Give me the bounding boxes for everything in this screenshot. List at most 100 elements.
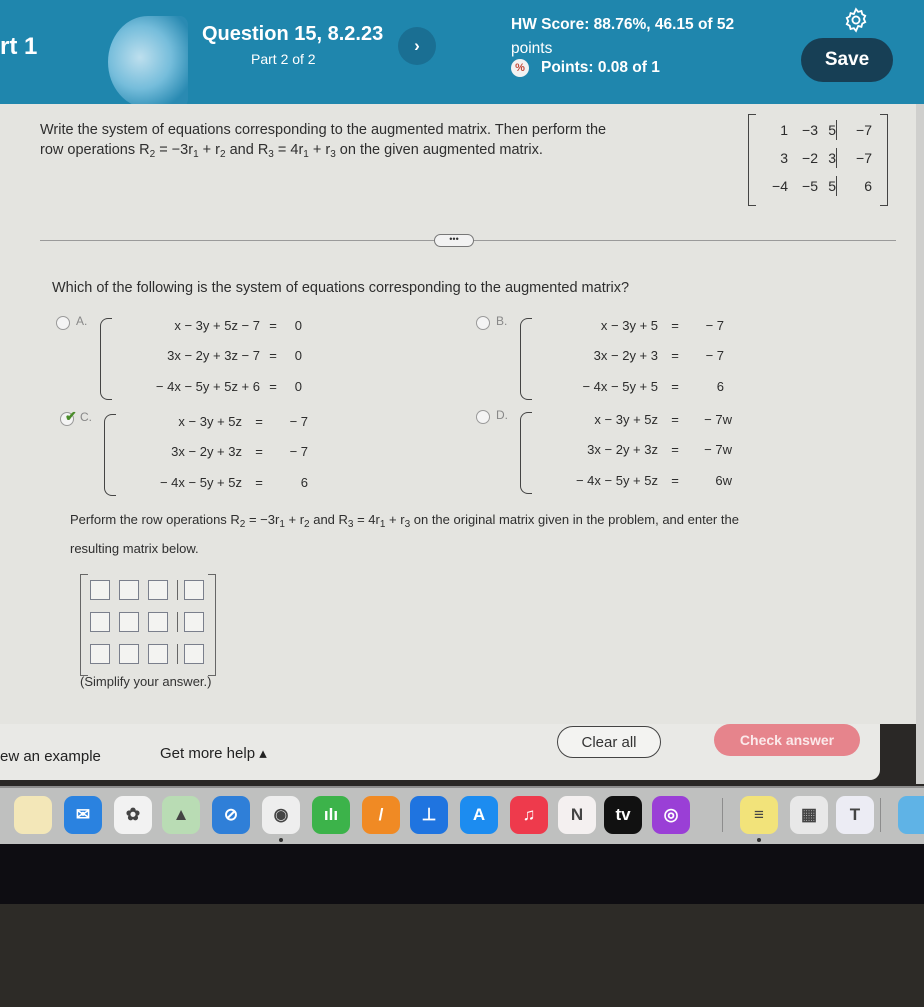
answer-input-r3c1[interactable] [90,644,110,664]
calculator-icon[interactable]: ▦ [790,796,828,834]
next-question-button[interactable]: › [398,27,436,65]
radio-button[interactable]: ✔ [60,408,77,426]
answer-input-r2c1[interactable] [90,612,110,632]
answer-input-r3-aug[interactable] [184,644,204,664]
news-icon[interactable]: N [558,796,596,834]
answer-input-r2c2[interactable] [119,612,139,632]
question-text: Which of the following is the system of … [52,280,630,296]
bracket-right [880,114,888,206]
answer-input-r3c2[interactable] [119,644,139,664]
equals-sign: = [255,474,263,490]
course-logo-icon [108,16,188,108]
radio-button[interactable] [476,410,490,424]
maps-icon[interactable]: ▲ [162,796,200,834]
save-button[interactable]: Save [801,38,893,82]
given-augmented-matrix: 1 −3 5 −7 3 −2 3 −7 −4 −5 5 6 [748,114,888,206]
view-example-link[interactable]: ew an example [0,748,101,765]
radio-button[interactable] [56,316,70,330]
teams-icon[interactable]: T [836,796,874,834]
gear-icon[interactable] [843,7,869,33]
answer-input-r1c3[interactable] [148,580,168,600]
equation-lhs: x − 3y + 5z [594,412,658,427]
folder-icon[interactable] [898,796,924,834]
photos-icon[interactable]: ✿ [114,796,152,834]
equation: 3x − 2y + 3z − 7 = 0 [120,346,302,366]
podcasts-icon[interactable]: ◎ [652,796,690,834]
answer-option-a[interactable]: A. x − 3y + 5z − 7 = 0 3x − 2y + 3z − 7 = 0− 4… [56,314,302,400]
running-indicator [757,838,761,842]
answer-input-r2-aug[interactable] [184,612,204,632]
answer-option-b[interactable]: B. x − 3y + 5 = − 7 3x − 2y + 3 = − 7 − 4x − 5y… [476,314,724,400]
instruction-suffix: on the given augmented matrix. [335,142,543,158]
matrix-entry: −4 [772,178,788,194]
answer-input-r2c3[interactable] [148,612,168,632]
option-letter: C. [80,410,92,424]
app-store-icon[interactable]: A [460,796,498,834]
equals-sign: = [269,318,277,333]
equation-lhs: 3x − 2y + 3z [171,444,242,460]
equals-sign: = [269,348,277,364]
equals-sign: = [671,442,679,458]
running-indicator [279,838,283,842]
option-letter: A. [76,314,88,328]
equation-rhs: − 7 [289,444,308,460]
augmented-column [177,644,211,664]
problem-instructions: Write the system of equations correspond… [40,122,607,160]
option-letter: D. [496,408,508,422]
apple-tv-icon[interactable]: tv [604,796,642,834]
equation-rhs: 6 [716,378,724,394]
equation-lhs: − 4x − 5y + 5z [575,472,658,488]
numbers-icon[interactable]: ılı [312,796,350,834]
get-more-help-link[interactable]: Get more help ▴ [160,744,267,762]
row-op-2: R3 = 4r1 + r3 [338,512,411,530]
answer-input-r1c1[interactable] [90,580,110,600]
equation-system: x − 3y + 5z − 7 = 0 3x − 2y + 3z − 7 = 0− 4x … [120,316,302,400]
answer-input-r1-aug[interactable] [184,580,204,600]
equals-sign: = [255,414,263,429]
answer-grid [90,580,211,664]
dock-separator [880,798,881,832]
left-brace [520,318,532,400]
chrome-icon[interactable]: ◉ [262,796,300,834]
keynote-icon[interactable]: ⊥ [410,796,448,834]
equals-sign: = [269,378,277,394]
equation-lhs: − 4x − 5y + 5z + 6 [155,378,260,394]
clear-all-button[interactable]: Clear all [557,726,661,758]
instruction-prefix: row operations [40,142,140,158]
equation-lhs: − 4x − 5y + 5z [159,474,242,490]
notes-icon[interactable] [14,796,52,834]
radio-button[interactable] [476,316,490,330]
instruction-line-1: Write the system of equations correspond… [40,122,607,138]
equation-lhs: 3x − 2y + 3 [593,348,658,364]
mail-icon[interactable]: ✉ [64,796,102,834]
answer-input-r1c2[interactable] [119,580,139,600]
equation-system: x − 3y + 5z = − 7 3x − 2y + 3z = − 7 − 4x − 5y… [124,412,308,496]
answer-option-d[interactable]: D. x − 3y + 5z = − 7w 3x − 2y + 3z = − 7w − 4x … [476,408,732,494]
hw-score: HW Score: 88.76%, 46.15 of 52 points [511,13,781,61]
equation-rhs: − 7w [704,442,732,458]
equation-lhs: − 4x − 5y + 5 [582,378,658,394]
stickies-icon[interactable]: ≡ [740,796,778,834]
equation-rhs: 6 [300,474,308,490]
dock-separator [722,798,723,832]
pages-icon[interactable]: / [362,796,400,834]
check-answer-button[interactable]: Check answer [714,724,860,756]
equation-rhs: − 7 [705,318,724,333]
matrix-augmented-entry: 6 [836,176,880,196]
equation-rhs: − 7w [704,412,732,427]
matrix-augmented-entry: −7 [836,148,880,168]
equals-sign: = [671,378,679,394]
equation-rhs: − 7 [289,414,308,429]
safari-icon[interactable]: ⊘ [212,796,250,834]
question-panel: Write the system of equations correspond… [0,104,916,724]
action-bar: ew an example Get more help ▴ Clear all … [0,724,880,780]
question-title: Question 15, 8.2.23 [202,23,384,45]
expand-more-button[interactable]: ••• [434,234,474,247]
dock: ✉ ✿ ▲ ⊘ ◉ ılı / ⊥ A ♫ Ntv ◎ ≡ ▦ T [0,786,924,844]
matrix-entry: 5 [828,178,836,194]
answer-option-c[interactable]: ✔ C. x − 3y + 5z = − 7 3x − 2y + 3z = − 7 − 4x −… [60,408,308,496]
music-icon[interactable]: ♫ [510,796,548,834]
answer-input-r3c3[interactable] [148,644,168,664]
points-text: Points: 0.08 of 1 [541,59,660,76]
equation: − 4x − 5y + 5z = 6w [540,471,732,491]
